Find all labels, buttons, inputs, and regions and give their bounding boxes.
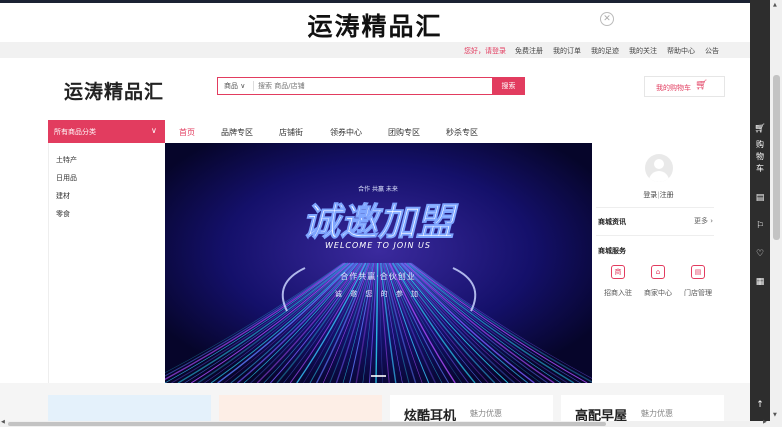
search-box: 商品 ∨ 搜索 — [217, 77, 525, 95]
cart-icon: 🛒︎ — [695, 80, 708, 91]
promo-card-house[interactable]: 高配早屋 魅力优惠 — [561, 395, 724, 424]
category-item-local-specialty[interactable]: 土特产 — [56, 155, 77, 165]
horizontal-scrollbar[interactable]: ◀ ▶ — [0, 419, 782, 427]
category-item-daily-goods[interactable]: 日用品 — [56, 173, 77, 183]
search-category-select[interactable]: 商品 ∨ — [224, 81, 245, 91]
search-category-label: 商品 — [224, 82, 238, 90]
banner-small-caption: 合作 共赢 未来 — [358, 185, 398, 193]
grid-icon[interactable]: ▦ — [750, 277, 770, 287]
service-label: 商家中心 — [644, 289, 672, 297]
chevron-down-icon: ∨ — [151, 126, 157, 135]
nav-group-buy[interactable]: 团购专区 — [388, 127, 420, 138]
my-footprint-link[interactable]: 我的足迹 — [591, 46, 619, 56]
service-merchant-join[interactable]: 商 招商入驻 — [598, 263, 638, 303]
nav-store-street[interactable]: 店铺街 — [279, 127, 303, 138]
avatar — [645, 154, 673, 182]
promo-card-subtitle: 魅力优惠 — [641, 409, 673, 418]
banner-slogan-2: 诚 邀 您 的 参 加 — [335, 289, 421, 298]
right-toolbar: 🛒︎ 购物车 ▤ ⚐ ♡ ▦ ↑ — [750, 0, 770, 421]
carousel-indicator[interactable] — [371, 375, 386, 377]
promo-card-2[interactable] — [219, 395, 382, 421]
auth-links: 登录|注册 — [592, 190, 725, 200]
banner-slogan-1: 合作共赢·合伙创业 — [340, 271, 416, 281]
my-follows-link[interactable]: 我的关注 — [629, 46, 657, 56]
toolbar-cart-label[interactable]: 购物车 — [754, 139, 766, 175]
heart-icon[interactable]: ♡ — [750, 249, 770, 259]
divider — [596, 207, 714, 208]
back-to-top-icon[interactable]: ↑ — [750, 400, 770, 410]
promo-section: 炫酷耳机 魅力优惠 高配早屋 魅力优惠 — [0, 383, 750, 424]
all-categories-label: 所有商品分类 — [54, 128, 96, 136]
category-item-snacks[interactable]: 零食 — [56, 209, 70, 219]
my-orders-link[interactable]: 我的订单 — [553, 46, 581, 56]
my-cart-label: 我的购物车 — [656, 84, 691, 92]
more-label: 更多 — [694, 217, 708, 225]
chevron-right-icon: › — [710, 217, 714, 225]
calendar-icon[interactable]: ▤ — [750, 193, 770, 203]
more-news-link[interactable]: 更多 › — [694, 216, 713, 226]
store-icon: ▤ — [691, 265, 705, 279]
announcement-link[interactable]: 公告 — [705, 46, 719, 56]
service-label: 门店管理 — [684, 289, 712, 297]
vertical-scrollbar[interactable]: ▲ ▼ — [770, 0, 782, 421]
nav-flash-sale[interactable]: 秒杀专区 — [446, 127, 478, 138]
nav-brand-zone[interactable]: 品牌专区 — [221, 127, 253, 138]
promo-card-subtitle: 魅力优惠 — [470, 409, 502, 418]
site-logo[interactable]: 运涛精品汇 — [64, 77, 164, 104]
banner-headline: 诚邀加盟 — [302, 200, 459, 244]
chevron-down-icon: ∨ — [240, 82, 246, 90]
banner-english: WELCOME TO JOIN US — [325, 241, 431, 250]
category-list: 土特产 日用品 建材 零食 — [48, 143, 165, 383]
nav-home[interactable]: 首页 — [179, 127, 195, 138]
notice-title: 运涛精品汇 — [307, 12, 443, 41]
register-link[interactable]: 注册 — [660, 191, 674, 199]
notice-popup: 运涛精品汇 ✕ — [0, 3, 750, 42]
search-divider — [253, 81, 254, 91]
login-prompt-link[interactable]: 您好，请登录 — [464, 46, 506, 56]
horizontal-scroll-thumb[interactable] — [8, 422, 606, 426]
search-button[interactable]: 搜索 — [492, 77, 525, 95]
search-input[interactable] — [258, 79, 488, 93]
home-icon: ⌂ — [651, 265, 665, 279]
category-item-building-materials[interactable]: 建材 — [56, 191, 70, 201]
hero-banner[interactable]: 合作 共赢 未来 诚邀加盟 WELCOME TO JOIN US 合作共赢·合伙… — [165, 143, 592, 383]
mall-news-title: 商城资讯 — [598, 218, 626, 226]
mall-services-title: 商城服务 — [598, 247, 626, 255]
scroll-right-icon[interactable]: ▶ — [763, 419, 767, 425]
cart-icon[interactable]: 🛒︎ — [750, 124, 770, 134]
scroll-left-icon[interactable]: ◀ — [1, 419, 5, 425]
close-icon[interactable]: ✕ — [600, 12, 614, 26]
scroll-down-icon[interactable]: ▼ — [773, 412, 777, 418]
shop-icon: 商 — [611, 265, 625, 279]
top-bar: 您好，请登录 免费注册 我的订单 我的足迹 我的关注 帮助中心 公告 — [0, 42, 750, 58]
scroll-up-icon[interactable]: ▲ — [773, 2, 777, 8]
service-merchant-center[interactable]: ⌂ 商家中心 — [638, 263, 678, 303]
service-label: 招商入驻 — [604, 289, 632, 297]
main-nav: 所有商品分类 ∨ 首页 品牌专区 店铺街 领券中心 团购专区 秒杀专区 — [0, 120, 750, 143]
promo-card-headphones[interactable]: 炫酷耳机 魅力优惠 — [390, 395, 553, 424]
all-categories-button[interactable]: 所有商品分类 ∨ — [48, 120, 165, 143]
vertical-scroll-thumb[interactable] — [773, 75, 780, 240]
promo-card-1[interactable] — [48, 395, 211, 421]
coupon-icon[interactable]: ⚐ — [750, 221, 770, 231]
my-cart-button[interactable]: 我的购物车 🛒︎ — [644, 76, 725, 97]
user-side-panel: 登录|注册 商城资讯 更多 › 商城服务 商 招商入驻 ⌂ 商家中心 ▤ 门店管… — [592, 143, 725, 383]
service-store-management[interactable]: ▤ 门店管理 — [678, 263, 718, 303]
help-center-link[interactable]: 帮助中心 — [667, 46, 695, 56]
divider — [596, 235, 714, 236]
nav-coupon-center[interactable]: 领券中心 — [330, 127, 362, 138]
login-link[interactable]: 登录 — [643, 191, 657, 199]
register-link[interactable]: 免费注册 — [515, 46, 543, 56]
banner-artwork: 合作 共赢 未来 诚邀加盟 WELCOME TO JOIN US 合作共赢·合伙… — [165, 143, 592, 383]
